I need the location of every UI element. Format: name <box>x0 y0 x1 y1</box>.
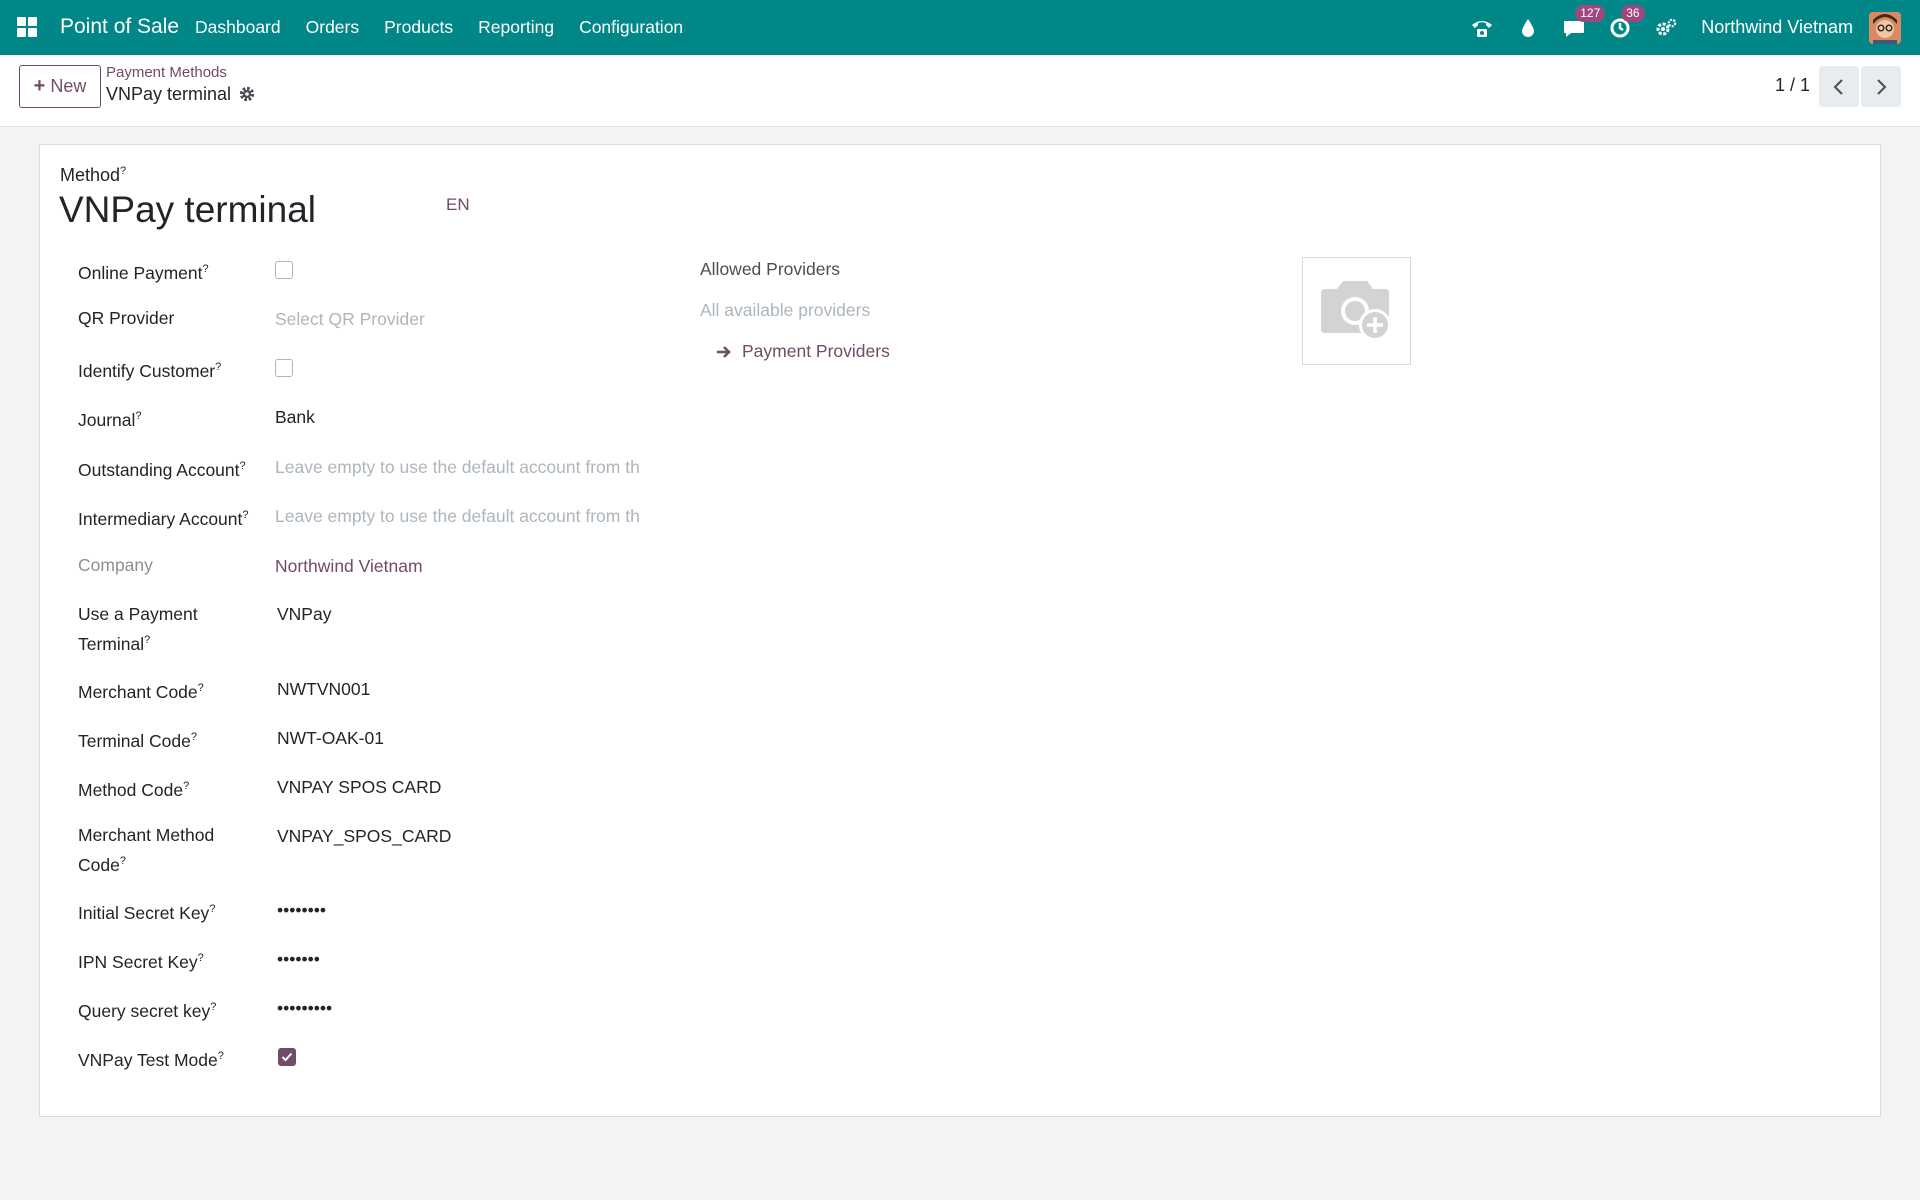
settings-gears-icon[interactable] <box>1653 15 1679 41</box>
qr-provider-label: QR Provider <box>78 308 175 328</box>
ipn-secret-key-label: IPN Secret Key? <box>78 951 204 972</box>
company-label: Company <box>78 555 153 575</box>
main-menu: Dashboard Orders Products Reporting Conf… <box>195 0 708 55</box>
ipn-secret-key-input[interactable]: ••••••• <box>277 946 320 972</box>
intermediary-account-label: Intermediary Account? <box>78 508 249 529</box>
breadcrumb-payment-methods[interactable]: Payment Methods <box>106 64 227 81</box>
image-upload-placeholder[interactable] <box>1302 257 1411 365</box>
online-payment-checkbox[interactable] <box>275 261 293 279</box>
breadcrumb-current-record: VNPay terminal <box>106 84 232 104</box>
apps-menu-icon[interactable] <box>17 17 37 37</box>
initial-secret-key-input[interactable]: •••••••• <box>277 897 326 923</box>
payment-terminal-label: Use a Payment Terminal? <box>78 604 198 654</box>
check-icon <box>281 1052 293 1062</box>
menu-dashboard[interactable]: Dashboard <box>195 17 281 38</box>
method-code-input[interactable]: VNPAY SPOS CARD <box>277 774 441 800</box>
systray: 127 36 Northwind Vietnam <box>1449 0 1920 55</box>
method-code-label: Method Code? <box>78 779 190 800</box>
initial-secret-key-label: Initial Secret Key? <box>78 902 216 923</box>
gear-icon[interactable] <box>238 85 256 103</box>
menu-orders[interactable]: Orders <box>306 17 359 38</box>
method-label: Method? <box>60 165 127 185</box>
chevron-left-icon <box>1833 78 1843 95</box>
form-sheet: Method? VNPay terminal EN Online Payment… <box>39 144 1881 1117</box>
language-button[interactable]: EN <box>446 195 470 215</box>
outstanding-account-label: Outstanding Account? <box>78 459 246 480</box>
pager-previous-button[interactable] <box>1819 66 1859 107</box>
company-link[interactable]: Northwind Vietnam <box>275 553 423 579</box>
menu-configuration[interactable]: Configuration <box>579 17 683 38</box>
plus-icon: + <box>33 75 46 97</box>
pager-next-button[interactable] <box>1861 66 1901 107</box>
droplet-icon[interactable] <box>1515 15 1541 41</box>
payment-providers-link[interactable]: Payment Providers <box>716 341 890 362</box>
journal-select[interactable]: Bank <box>275 404 315 430</box>
company-switcher[interactable]: Northwind Vietnam <box>1701 17 1853 38</box>
allowed-providers-label: Allowed Providers <box>700 259 841 279</box>
payment-providers-link-label: Payment Providers <box>742 341 890 361</box>
pager-value[interactable]: 1 / 1 <box>1775 75 1810 96</box>
intermediary-account-input[interactable]: Leave empty to use the default account f… <box>275 503 645 529</box>
online-payment-label: Online Payment? <box>78 262 209 283</box>
terminal-code-label: Terminal Code? <box>78 730 197 751</box>
outstanding-account-input[interactable]: Leave empty to use the default account f… <box>275 454 645 480</box>
query-secret-key-input[interactable]: ••••••••• <box>277 995 332 1021</box>
merchant-method-code-label: Merchant Method Code? <box>78 825 215 875</box>
query-secret-key-label: Query secret key? <box>78 1000 217 1021</box>
arrow-right-icon <box>717 345 731 358</box>
messages-badge: 127 <box>1575 4 1606 22</box>
method-name-input[interactable]: VNPay terminal <box>59 189 316 231</box>
menu-reporting[interactable]: Reporting <box>478 17 554 38</box>
activities-badge: 36 <box>1621 4 1645 22</box>
test-mode-label: VNPay Test Mode? <box>78 1049 224 1070</box>
new-button[interactable]: + New <box>19 65 101 108</box>
chevron-right-icon <box>1877 78 1887 95</box>
journal-label: Journal? <box>78 409 142 430</box>
top-navbar: Point of Sale Dashboard Orders Products … <box>0 0 1920 55</box>
test-mode-checkbox[interactable] <box>278 1048 296 1066</box>
identify-customer-checkbox[interactable] <box>275 359 293 377</box>
menu-products[interactable]: Products <box>384 17 453 38</box>
terminal-code-input[interactable]: NWT-OAK-01 <box>277 725 384 751</box>
camera-add-icon <box>1320 281 1391 341</box>
activities-icon[interactable]: 36 <box>1607 4 1645 41</box>
messages-icon[interactable]: 127 <box>1561 4 1606 41</box>
identify-customer-label: Identify Customer? <box>78 360 222 381</box>
merchant-method-code-input[interactable]: VNPAY_SPOS_CARD <box>277 823 451 849</box>
control-panel: + New Payment Methods VNPay terminal 1 /… <box>0 55 1920 127</box>
payment-terminal-select[interactable]: VNPay <box>277 601 331 627</box>
merchant-code-label: Merchant Code? <box>78 681 204 702</box>
new-button-label: New <box>50 76 87 96</box>
merchant-code-input[interactable]: NWTVN001 <box>277 676 370 702</box>
qr-provider-select[interactable]: Select QR Provider <box>275 306 645 332</box>
app-title[interactable]: Point of Sale <box>60 15 179 39</box>
allowed-providers-input[interactable]: All available providers <box>700 300 870 321</box>
user-avatar[interactable] <box>1869 11 1901 44</box>
phone-icon[interactable] <box>1469 15 1495 41</box>
